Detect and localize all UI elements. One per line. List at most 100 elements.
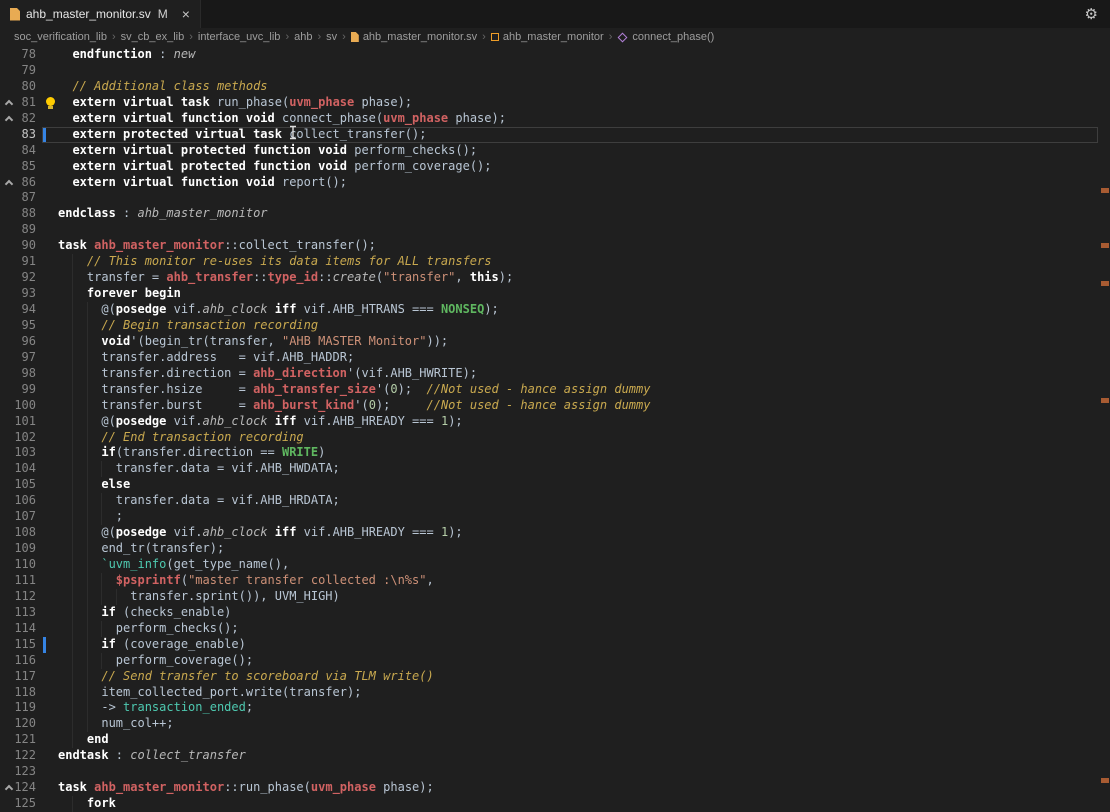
- breadcrumb-separator: ›: [317, 31, 321, 43]
- code-line[interactable]: 111 $psprintf("master transfer collected…: [0, 573, 1110, 589]
- lightbulb-icon[interactable]: [46, 97, 55, 106]
- gutter: 123: [0, 764, 58, 780]
- breadcrumb-item-interface-uvc-lib[interactable]: interface_uvc_lib: [198, 31, 281, 43]
- code-line[interactable]: 83 extern protected virtual task collect…: [0, 127, 1110, 143]
- gutter: 116: [0, 653, 58, 669]
- line-number: 78: [22, 47, 36, 63]
- code-line[interactable]: 120 num_col++;: [0, 716, 1110, 732]
- code-line[interactable]: 97 transfer.address = vif.AHB_HADDR;: [0, 350, 1110, 366]
- code-text: // Begin transaction recording: [58, 318, 1110, 334]
- close-icon[interactable]: ×: [182, 7, 190, 21]
- code-line[interactable]: 110 `uvm_info(get_type_name(),: [0, 557, 1110, 573]
- code-line[interactable]: 109 end_tr(transfer);: [0, 541, 1110, 557]
- code-line[interactable]: 87: [0, 190, 1110, 206]
- code-line[interactable]: 102 // End transaction recording: [0, 430, 1110, 446]
- indent-guide: [72, 334, 73, 350]
- code-line[interactable]: 91 // This monitor re-uses its data item…: [0, 254, 1110, 270]
- indent-guide: [87, 334, 88, 350]
- line-number: 112: [14, 589, 36, 605]
- breadcrumb-item-ahb-master-monitor-sv[interactable]: ahb_master_monitor.sv: [351, 31, 477, 43]
- breadcrumb-separator: ›: [482, 31, 486, 43]
- breadcrumb-item-ahb-master-monitor[interactable]: ahb_master_monitor: [491, 31, 604, 43]
- code-line[interactable]: 84 extern virtual protected function voi…: [0, 143, 1110, 159]
- line-number: 109: [14, 541, 36, 557]
- code-line[interactable]: 104 transfer.data = vif.AHB_HWDATA;: [0, 461, 1110, 477]
- code-text: transfer.data = vif.AHB_HRDATA;: [58, 493, 1110, 509]
- code-line[interactable]: 90task ahb_master_monitor::collect_trans…: [0, 238, 1110, 254]
- indent-guide: [72, 732, 73, 748]
- code-line[interactable]: 100 transfer.burst = ahb_burst_kind'(0);…: [0, 398, 1110, 414]
- code-line[interactable]: 88endclass : ahb_master_monitor: [0, 206, 1110, 222]
- code-line[interactable]: 81 extern virtual task run_phase(uvm_pha…: [0, 95, 1110, 111]
- gutter: 85: [0, 159, 58, 175]
- code-line[interactable]: 86 extern virtual function void report()…: [0, 175, 1110, 191]
- code-line[interactable]: 125 fork: [0, 796, 1110, 812]
- code-line[interactable]: 122endtask : collect_transfer: [0, 748, 1110, 764]
- declaration-link-icon[interactable]: [5, 179, 13, 187]
- indent-guide: [87, 445, 88, 461]
- code-line[interactable]: 108 @(posedge vif.ahb_clock iff vif.AHB_…: [0, 525, 1110, 541]
- code-line[interactable]: 124task ahb_master_monitor::run_phase(uv…: [0, 780, 1110, 796]
- code-line[interactable]: 93 forever begin: [0, 286, 1110, 302]
- git-modified-indicator: [43, 637, 46, 653]
- breadcrumb-item-soc-verification-lib[interactable]: soc_verification_lib: [14, 31, 107, 43]
- code-text: `uvm_info(get_type_name(),: [58, 557, 1110, 573]
- code-line[interactable]: 121 end: [0, 732, 1110, 748]
- breadcrumb-label: connect_phase(): [632, 31, 714, 43]
- indent-guide: [101, 461, 102, 477]
- code-line[interactable]: 117 // Send transfer to scoreboard via T…: [0, 669, 1110, 685]
- breadcrumb-item-sv[interactable]: sv: [326, 31, 337, 43]
- code-text: extern virtual task run_phase(uvm_phase …: [58, 95, 1110, 111]
- code-line[interactable]: 105 else: [0, 477, 1110, 493]
- code-line[interactable]: 80 // Additional class methods: [0, 79, 1110, 95]
- indent-guide: [72, 350, 73, 366]
- line-number: 89: [22, 222, 36, 238]
- code-line[interactable]: 118 item_collected_port.write(transfer);: [0, 685, 1110, 701]
- code-line[interactable]: 98 transfer.direction = ahb_direction'(v…: [0, 366, 1110, 382]
- overview-ruler[interactable]: [1100, 46, 1110, 812]
- code-line[interactable]: 114 perform_checks();: [0, 621, 1110, 637]
- code-text: [58, 764, 1110, 780]
- code-line[interactable]: 123: [0, 764, 1110, 780]
- breadcrumb-item-connect-phase[interactable]: connect_phase(): [617, 31, 714, 43]
- code-line[interactable]: 96 void'(begin_tr(transfer, "AHB MASTER …: [0, 334, 1110, 350]
- settings-gear-icon[interactable]: ⚙: [1085, 5, 1098, 23]
- code-line[interactable]: 85 extern virtual protected function voi…: [0, 159, 1110, 175]
- indent-guide: [72, 382, 73, 398]
- declaration-link-icon[interactable]: [5, 100, 13, 108]
- code-line[interactable]: 95 // Begin transaction recording: [0, 318, 1110, 334]
- indent-guide: [72, 621, 73, 637]
- code-line[interactable]: 115 if (coverage_enable): [0, 637, 1110, 653]
- indent-guide: [72, 270, 73, 286]
- code-line[interactable]: 101 @(posedge vif.ahb_clock iff vif.AHB_…: [0, 414, 1110, 430]
- gutter: 101: [0, 414, 58, 430]
- code-line[interactable]: 82 extern virtual function void connect_…: [0, 111, 1110, 127]
- line-number: 93: [22, 286, 36, 302]
- indent-guide: [72, 557, 73, 573]
- declaration-link-icon[interactable]: [5, 116, 13, 124]
- breadcrumb-item-sv-cb-ex-lib[interactable]: sv_cb_ex_lib: [121, 31, 185, 43]
- breadcrumb-item-ahb[interactable]: ahb: [294, 31, 312, 43]
- code-line[interactable]: 119 -> transaction_ended;: [0, 700, 1110, 716]
- code-line[interactable]: 112 transfer.sprint()), UVM_HIGH): [0, 589, 1110, 605]
- code-line[interactable]: 99 transfer.hsize = ahb_transfer_size'(0…: [0, 382, 1110, 398]
- gutter: 109: [0, 541, 58, 557]
- code-line[interactable]: 78 endfunction : new: [0, 47, 1110, 63]
- declaration-link-icon[interactable]: [5, 785, 13, 793]
- code-editor[interactable]: 78 endfunction : new7980 // Additional c…: [0, 46, 1110, 812]
- gutter: 80: [0, 79, 58, 95]
- tab-ahb-master-monitor[interactable]: ahb_master_monitor.sv M ×: [0, 0, 201, 28]
- ruler-mark: [1101, 398, 1109, 403]
- code-line[interactable]: 113 if (checks_enable): [0, 605, 1110, 621]
- code-line[interactable]: 116 perform_coverage();: [0, 653, 1110, 669]
- code-line[interactable]: 107 ;: [0, 509, 1110, 525]
- code-line[interactable]: 106 transfer.data = vif.AHB_HRDATA;: [0, 493, 1110, 509]
- code-line[interactable]: 79: [0, 63, 1110, 79]
- indent-guide: [87, 477, 88, 493]
- code-line[interactable]: 103 if(transfer.direction == WRITE): [0, 445, 1110, 461]
- code-line[interactable]: 89: [0, 222, 1110, 238]
- code-text: [58, 222, 1110, 238]
- line-number: 115: [14, 637, 36, 653]
- code-line[interactable]: 92 transfer = ahb_transfer::type_id::cre…: [0, 270, 1110, 286]
- code-line[interactable]: 94 @(posedge vif.ahb_clock iff vif.AHB_H…: [0, 302, 1110, 318]
